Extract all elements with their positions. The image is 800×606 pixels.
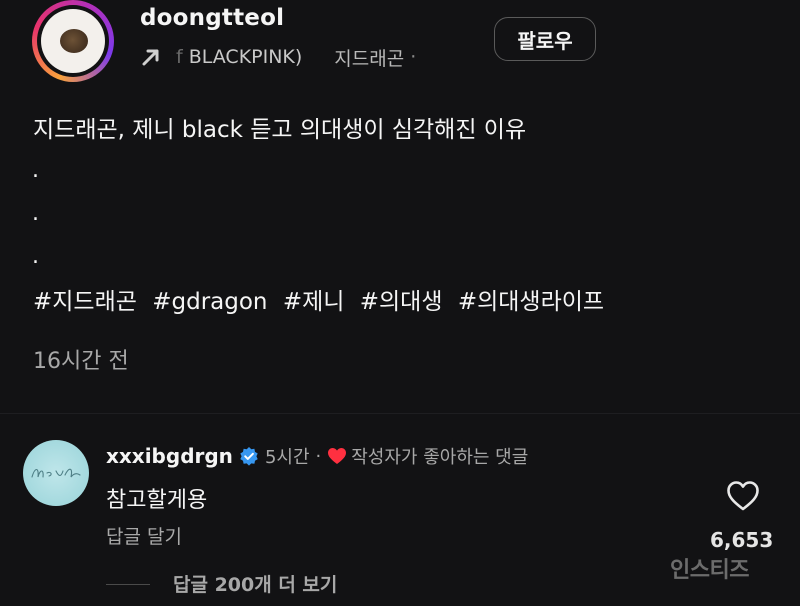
arrow-up-right-icon <box>142 49 159 66</box>
signature-logo <box>31 468 81 478</box>
hashtag[interactable]: #의대생라이프 <box>458 289 604 315</box>
watermark: 인스티즈 <box>670 558 749 583</box>
verified-badge-icon <box>240 447 258 466</box>
meta-band[interactable]: BLACKPINK) <box>189 46 303 68</box>
follow-button[interactable]: 팔로우 <box>494 17 596 61</box>
avatar-image <box>41 9 105 73</box>
comment-header: xxxibgdrgn 5시간 · 작성자가 좋아하는 댓글 <box>106 443 528 469</box>
commenter-avatar[interactable] <box>23 440 89 506</box>
separator-dot: · <box>315 445 322 467</box>
comment-time: 5시간 <box>264 447 310 468</box>
caption-dot: . <box>32 201 39 226</box>
like-count: 6,653 <box>710 528 774 552</box>
meta-dot: · <box>410 46 417 68</box>
comment-text: 참고할게용 <box>106 488 208 513</box>
heart-filled-icon <box>328 448 347 464</box>
commenter-username[interactable]: xxxibgdrgn <box>106 444 233 468</box>
reply-button[interactable]: 답글 달기 <box>106 522 182 549</box>
caption-title: 지드래곤, 제니 black 듣고 의대생이 심각해진 이유 <box>33 117 527 143</box>
meta-prefix: f <box>176 46 183 68</box>
heart-outline-icon[interactable] <box>726 480 760 512</box>
post-username[interactable]: doongtteol <box>140 5 284 31</box>
profile-avatar[interactable] <box>32 0 114 82</box>
divider <box>0 413 800 414</box>
post-meta: f BLACKPINK) 지드래곤 · <box>140 42 416 72</box>
liked-by-author-label: 작성자가 좋아하는 댓글 <box>351 447 529 468</box>
caption-dot: . <box>32 158 39 183</box>
hashtag[interactable]: #지드래곤 <box>33 289 137 315</box>
post-timestamp: 16시간 전 <box>33 349 129 374</box>
hashtag[interactable]: #제니 <box>283 289 345 315</box>
hashtag[interactable]: #의대생 <box>360 289 443 315</box>
hashtag-list: #지드래곤 #gdragon #제니 #의대생 #의대생라이프 <box>33 282 612 316</box>
meta-artist[interactable]: 지드래곤 <box>334 44 404 71</box>
hashtag[interactable]: #gdragon <box>152 289 267 315</box>
post-header: doongtteol f BLACKPINK) 지드래곤 · 팔로우 <box>0 0 800 100</box>
caption-dot: . <box>32 244 39 269</box>
replies-divider-line <box>106 584 150 585</box>
view-replies-button[interactable]: 답글 200개 더 보기 <box>173 570 337 597</box>
